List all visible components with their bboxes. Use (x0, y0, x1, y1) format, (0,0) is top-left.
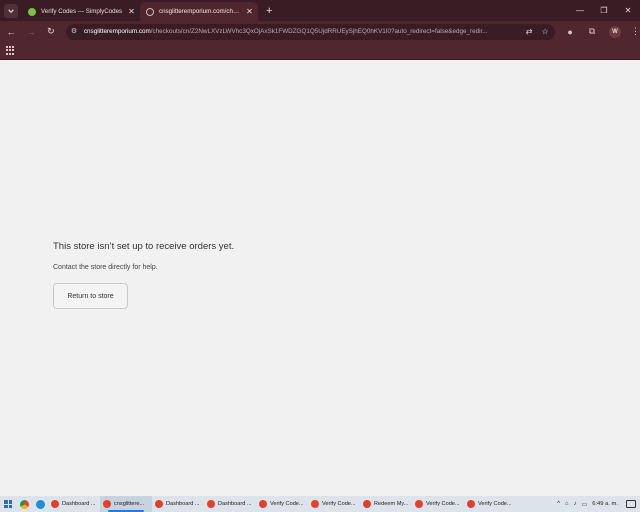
tab-title: cnsglitteremporium.com/checko (159, 8, 242, 15)
chevron-down-icon (8, 9, 14, 13)
taskbar-app[interactable]: Dashboard ... (48, 496, 100, 512)
tab-strip: Verify Codes — SimplyCodes ✕ cnsglittere… (0, 0, 640, 21)
notification-icon[interactable] (626, 500, 636, 508)
app-icon (259, 500, 267, 508)
page-content: This store isn’t set up to receive order… (0, 61, 640, 496)
taskbar-app-label: Verify Code... (478, 501, 512, 507)
battery-icon[interactable]: ▭ (582, 501, 588, 508)
tab-checkout[interactable]: cnsglitteremporium.com/checko ✕ (140, 2, 258, 21)
return-to-store-button[interactable]: Return to store (53, 283, 128, 309)
url-host: cnsglitteremporium.com (83, 28, 151, 35)
url-text[interactable]: cnsglitteremporium.com/checkouts/cn/Z2Nw… (84, 28, 519, 35)
page-heading: This store isn’t set up to receive order… (53, 241, 235, 252)
minimize-icon[interactable]: — (568, 0, 592, 21)
back-button[interactable]: ← (2, 23, 20, 41)
taskbar-app[interactable]: Dashboard ... (152, 496, 204, 512)
taskbar-app-label: cnsglittere... (114, 501, 145, 507)
app-icon (207, 500, 215, 508)
tab-search-button[interactable] (4, 4, 18, 18)
app-icon (103, 500, 111, 508)
app-icon (467, 500, 475, 508)
new-tab-button[interactable]: + (266, 5, 272, 17)
taskbar-app-label: Dashboard ... (218, 501, 252, 507)
window-controls: — ❐ ✕ (568, 0, 640, 21)
tab-title: Verify Codes — SimplyCodes (41, 8, 123, 15)
forward-button[interactable]: → (22, 23, 40, 41)
apps-grid-icon[interactable] (6, 46, 15, 55)
taskbar-app[interactable]: Verify Code... (412, 496, 464, 512)
chrome-icon[interactable] (16, 496, 32, 512)
app-icon (155, 500, 163, 508)
taskbar-app[interactable]: cnsglittere... (100, 496, 152, 512)
taskbar-app[interactable]: Verify Code... (256, 496, 308, 512)
reload-button[interactable]: ↻ (42, 23, 60, 41)
restore-icon[interactable]: ❐ (592, 0, 616, 21)
taskbar-app[interactable]: Verify Code... (464, 496, 516, 512)
network-icon[interactable]: ⌂ (565, 501, 569, 507)
translate-icon[interactable]: ⇄ (523, 26, 535, 38)
extension-icon[interactable]: ● (563, 25, 577, 39)
browser-toolbar: ← → ↻ ⚙ cnsglitteremporium.com/checkouts… (0, 21, 640, 42)
taskbar-app[interactable]: Redeem My... (360, 496, 412, 512)
app-icon (51, 500, 59, 508)
taskbar-app-label: Verify Code... (322, 501, 356, 507)
windows-taskbar: Dashboard ... cnsglittere... Dashboard ...… (0, 496, 640, 512)
check-circle-icon (28, 7, 36, 16)
taskbar-app[interactable]: Verify Code... (308, 496, 360, 512)
clock-time[interactable]: 6:49 a. m. (592, 501, 618, 507)
taskbar-app-label: Redeem My... (374, 501, 409, 507)
windows-logo-icon (4, 500, 12, 508)
start-button[interactable] (0, 496, 16, 512)
app-icon (311, 500, 319, 508)
page-subtext: Contact the store directly for help. (53, 264, 158, 271)
globe-icon (146, 7, 154, 16)
tab-verify-codes[interactable]: Verify Codes — SimplyCodes ✕ (22, 2, 140, 21)
site-info-icon[interactable]: ⚙ (71, 27, 80, 36)
address-bar[interactable]: ⚙ cnsglitteremporium.com/checkouts/cn/Z2… (65, 23, 556, 40)
app-icon (363, 500, 371, 508)
system-tray: ^ ⌂ ♪ ▭ 6:49 a. m. (552, 496, 640, 512)
more-menu-icon[interactable]: ⋮ (631, 26, 640, 37)
app-icon (415, 500, 423, 508)
close-icon[interactable]: ✕ (127, 7, 136, 16)
profile-avatar[interactable]: W (609, 25, 621, 38)
edge-icon[interactable] (32, 496, 48, 512)
taskbar-app-label: Dashboard ... (166, 501, 200, 507)
close-window-icon[interactable]: ✕ (616, 0, 640, 21)
url-path: /checkouts/cn/Z2NwLXVzLWVhc3QxOjAxSk1FWD… (150, 28, 488, 35)
bookmarks-bar (0, 42, 640, 60)
close-icon[interactable]: ✕ (245, 7, 254, 16)
taskbar-app-label: Verify Code... (270, 501, 304, 507)
taskbar-app-label: Verify Code... (426, 501, 460, 507)
taskbar-app[interactable]: Dashboard ... (204, 496, 256, 512)
extensions-puzzle-icon[interactable]: ⧉ (585, 25, 599, 39)
bookmark-star-icon[interactable]: ☆ (539, 26, 551, 38)
taskbar-app-label: Dashboard ... (62, 501, 96, 507)
chevron-up-icon[interactable]: ^ (557, 501, 560, 507)
volume-icon[interactable]: ♪ (574, 501, 577, 507)
